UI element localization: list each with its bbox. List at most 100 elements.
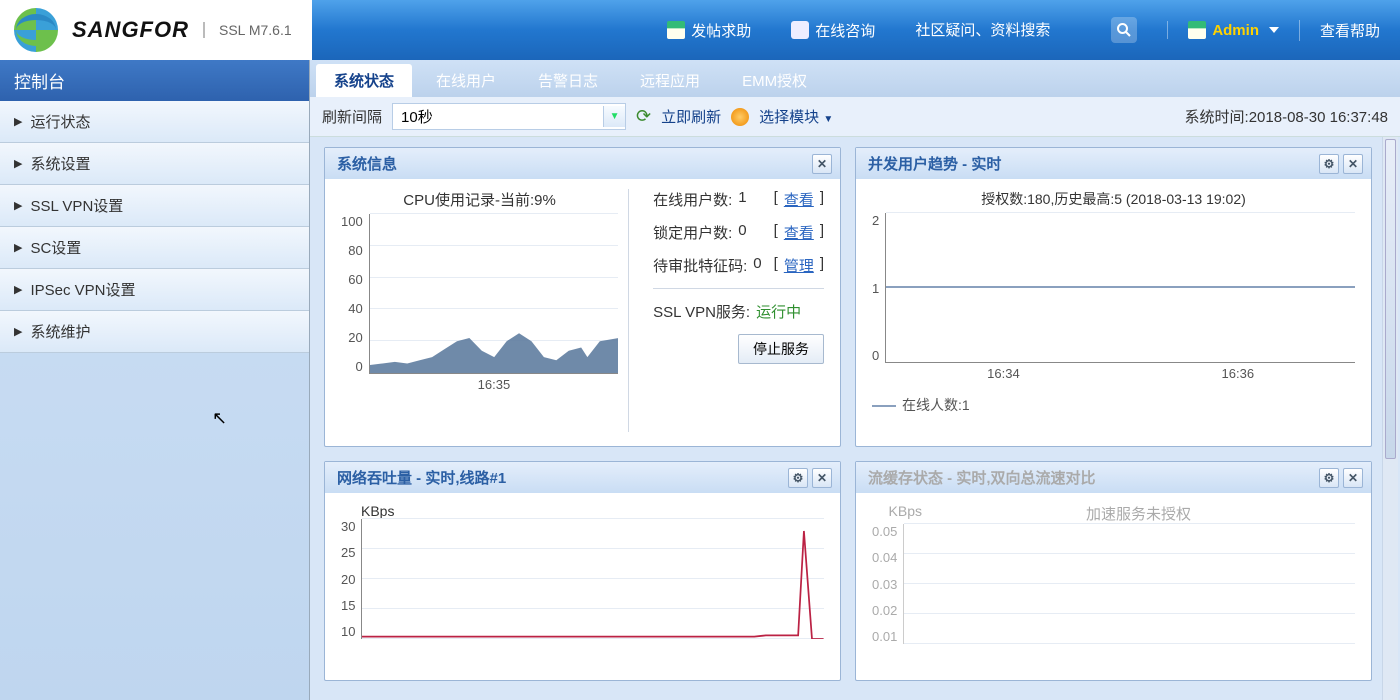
stop-service-button[interactable]: 停止服务 — [738, 334, 824, 364]
sidebar-item-system-settings[interactable]: ▶系统设置 — [0, 143, 309, 185]
series-line — [886, 286, 1355, 288]
tab-system-status[interactable]: 系统状态 — [316, 64, 412, 97]
x-tick: 16:34 — [987, 366, 1020, 381]
view-locked-users-link[interactable]: 查看 — [784, 222, 814, 243]
cache-notice: 加速服务未授权 — [922, 503, 1355, 524]
help-link[interactable]: 查看帮助 — [1299, 20, 1400, 41]
panel-title: 流缓存状态 - 实时,双向总流速对比 — [868, 467, 1096, 488]
system-time: 系统时间:2018-08-30 16:37:48 — [1185, 106, 1388, 127]
scrollbar[interactable] — [1382, 137, 1398, 700]
gear-icon[interactable]: ⚙ — [1319, 468, 1339, 488]
chat-icon — [791, 21, 809, 39]
cpu-plot: 16:35 — [369, 214, 618, 374]
panel-header: 流缓存状态 - 实时,双向总流速对比 ⚙ ✕ — [856, 462, 1371, 493]
sysinfo-stats: 在线用户数:1[查看] 锁定用户数:0[查看] 待审批特征码:0[管理] SSL… — [628, 189, 824, 432]
brand-name: SANGFOR — [72, 17, 189, 43]
gear-icon[interactable]: ⚙ — [788, 468, 808, 488]
brand-logo-icon — [14, 8, 58, 52]
close-icon[interactable]: ✕ — [812, 468, 832, 488]
sidebar-item-label: IPSec VPN设置 — [30, 279, 135, 300]
x-tick: 16:35 — [478, 377, 511, 392]
sidebar-item-ipsec-vpn[interactable]: ▶IPSec VPN设置 — [0, 269, 309, 311]
throughput-plot — [361, 519, 824, 639]
tab-label: 告警日志 — [538, 73, 598, 90]
tab-label: 远程应用 — [640, 73, 700, 90]
header-right: 发帖求助 在线咨询 Admin 查看帮助 — [647, 0, 1400, 60]
panel-body: KBps 加速服务未授权 0.010.020.030.040.05 — [856, 493, 1371, 680]
brand-block: SANGFOR SSL M7.6.1 — [0, 0, 312, 60]
search-box[interactable] — [895, 17, 1157, 43]
app-header: SANGFOR SSL M7.6.1 发帖求助 在线咨询 Admin 查看帮助 — [0, 0, 1400, 60]
view-online-users-link[interactable]: 查看 — [784, 189, 814, 210]
tab-bar: 系统状态 在线用户 告警日志 远程应用 EMM授权 — [310, 60, 1400, 97]
tab-alarm-log[interactable]: 告警日志 — [520, 64, 616, 97]
x-axis: 16:34 16:36 — [886, 362, 1355, 381]
sidebar: 控制台 ▶运行状态 ▶系统设置 ▶SSL VPN设置 ▶SC设置 ▶IPSec … — [0, 60, 310, 700]
sidebar-item-label: 系统维护 — [30, 321, 90, 342]
panel-system-info: 系统信息 ✕ CPU使用记录-当前:9% 020406080100 — [324, 147, 841, 447]
select-module-label: 选择模块 — [759, 109, 819, 126]
manage-pending-link[interactable]: 管理 — [784, 255, 814, 276]
gear-icon[interactable]: ⚙ — [1319, 154, 1339, 174]
tab-remote-app[interactable]: 远程应用 — [622, 64, 718, 97]
unit-label: KBps — [341, 503, 824, 519]
sidebar-title: 控制台 — [0, 60, 309, 101]
sidebar-item-label: SSL VPN设置 — [30, 195, 123, 216]
value: 1 — [738, 189, 746, 210]
legend: 在线人数:1 — [872, 395, 1355, 415]
refresh-now-link[interactable]: 立即刷新 — [661, 106, 721, 127]
post-help-link[interactable]: 发帖求助 — [647, 20, 771, 41]
panel-cache: 流缓存状态 - 实时,双向总流速对比 ⚙ ✕ KBps 加速服务未授权 0.01… — [855, 461, 1372, 681]
panel-header: 系统信息 ✕ — [325, 148, 840, 179]
close-icon[interactable]: ✕ — [1343, 468, 1363, 488]
label: 待审批特征码: — [653, 255, 747, 276]
y-axis: 1015202530 — [341, 519, 361, 639]
sidebar-item-label: 运行状态 — [30, 111, 90, 132]
tab-label: 在线用户 — [436, 73, 496, 90]
panel-header: 并发用户趋势 - 实时 ⚙ ✕ — [856, 148, 1371, 179]
close-icon[interactable]: ✕ — [812, 154, 832, 174]
admin-menu[interactable]: Admin — [1167, 21, 1299, 39]
dashboard-col-left: 系统信息 ✕ CPU使用记录-当前:9% 020406080100 — [324, 147, 841, 690]
panel-title: 并发用户趋势 - 实时 — [868, 153, 1001, 174]
label: SSL VPN服务: — [653, 301, 750, 322]
version-label: SSL M7.6.1 — [203, 22, 292, 38]
refresh-icon: ⟳ — [636, 106, 651, 127]
value: 0 — [738, 222, 746, 243]
panel-throughput: 网络吞吐量 - 实时,线路#1 ⚙ ✕ KBps 1015202530 — [324, 461, 841, 681]
sidebar-item-ssl-vpn[interactable]: ▶SSL VPN设置 — [0, 185, 309, 227]
panel-user-trend: 并发用户趋势 - 实时 ⚙ ✕ 授权数:180,历史最高:5 (2018-03-… — [855, 147, 1372, 447]
sidebar-item-maintenance[interactable]: ▶系统维护 — [0, 311, 309, 353]
post-help-label: 发帖求助 — [691, 20, 751, 41]
tab-label: EMM授权 — [742, 73, 807, 90]
panel-body: 授权数:180,历史最高:5 (2018-03-13 19:02) 012 16… — [856, 179, 1371, 446]
select-module-link[interactable]: 选择模块 ▼ — [759, 106, 833, 127]
scrollbar-thumb[interactable] — [1385, 139, 1396, 459]
panel-header: 网络吞吐量 - 实时,线路#1 ⚙ ✕ — [325, 462, 840, 493]
online-consult-label: 在线咨询 — [815, 20, 875, 41]
refresh-interval-value[interactable] — [393, 104, 603, 129]
user-icon — [1188, 21, 1206, 39]
chevron-down-icon — [1269, 27, 1279, 33]
panel-body: KBps 1015202530 — [325, 493, 840, 680]
search-input[interactable] — [915, 22, 1105, 39]
tab-online-users[interactable]: 在线用户 — [418, 64, 514, 97]
close-icon[interactable]: ✕ — [1343, 154, 1363, 174]
cpu-chart-block: CPU使用记录-当前:9% 020406080100 16:35 — [341, 189, 618, 432]
panel-title: 系统信息 — [337, 153, 397, 174]
search-icon[interactable] — [1111, 17, 1137, 43]
app-body: 控制台 ▶运行状态 ▶系统设置 ▶SSL VPN设置 ▶SC设置 ▶IPSec … — [0, 60, 1400, 700]
value: 0 — [753, 255, 761, 276]
online-consult-link[interactable]: 在线咨询 — [771, 20, 895, 41]
refresh-interval-select[interactable]: ▼ — [392, 103, 626, 130]
x-tick: 16:36 — [1222, 366, 1255, 381]
chevron-down-icon[interactable]: ▼ — [603, 106, 625, 127]
gear-icon — [731, 108, 749, 126]
user-trend-plot: 16:34 16:36 — [885, 213, 1355, 363]
admin-name: Admin — [1212, 22, 1259, 39]
tab-emm[interactable]: EMM授权 — [724, 64, 825, 97]
toolbar: 刷新间隔 ▼ ⟳ 立即刷新 选择模块 ▼ 系统时间:2018-08-30 16:… — [310, 97, 1400, 137]
cpu-x-axis: 16:35 — [370, 373, 618, 392]
sidebar-item-sc[interactable]: ▶SC设置 — [0, 227, 309, 269]
sidebar-item-running-status[interactable]: ▶运行状态 — [0, 101, 309, 143]
